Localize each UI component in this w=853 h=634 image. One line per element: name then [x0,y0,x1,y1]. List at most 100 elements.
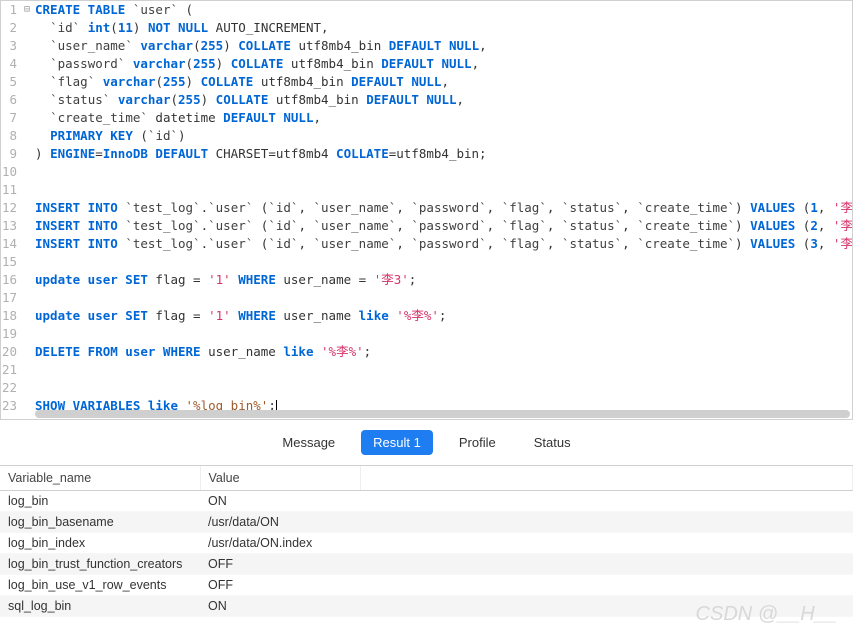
code-token: , [547,236,562,251]
table-cell[interactable]: ON [200,596,360,617]
table-cell[interactable]: /usr/data/ON [200,512,360,533]
code-line[interactable]: update user SET flag = '1' WHERE user_na… [35,271,852,289]
table-cell-spacer [360,512,853,533]
fold-marker [21,217,33,235]
code-line[interactable]: DELETE FROM user WHERE user_name like '%… [35,343,852,361]
table-cell[interactable]: log_bin [0,491,200,512]
code-area[interactable]: CREATE TABLE `user` ( `id` int(11) NOT N… [33,1,852,419]
line-number: 20 [1,343,17,361]
code-line[interactable] [35,361,852,379]
horizontal-scrollbar[interactable] [35,410,850,418]
code-token: DELETE FROM user WHERE [35,344,201,359]
table-row[interactable]: log_bin_trust_function_creatorsOFF [0,554,853,575]
table-row[interactable]: log_bin_basename/usr/data/ON [0,512,853,533]
code-token: . [201,200,209,215]
column-header[interactable]: Value [200,466,360,491]
code-token: `create_time` [637,236,735,251]
table-cell[interactable]: ON [200,491,360,512]
code-token: datetime [148,110,223,125]
code-line[interactable]: INSERT INTO `test_log`.`user` (`id`, `us… [35,199,852,217]
code-line[interactable]: update user SET flag = '1' WHERE user_na… [35,307,852,325]
code-line[interactable]: INSERT INTO `test_log`.`user` (`id`, `us… [35,217,852,235]
fold-marker [21,199,33,217]
code-token: ( [186,56,194,71]
code-token: INSERT INTO [35,236,118,251]
code-line[interactable]: `user_name` varchar(255) COLLATE utf8mb4… [35,37,852,55]
code-line[interactable] [35,181,852,199]
table-cell[interactable]: sql_log_bin [0,596,200,617]
code-line[interactable]: `create_time` datetime DEFAULT NULL, [35,109,852,127]
fold-column[interactable]: ⊟ [21,1,33,419]
code-token: CREATE TABLE [35,2,125,17]
code-token: `user_name` [314,236,397,251]
column-header[interactable]: Variable_name [0,466,200,491]
code-token: , [396,200,411,215]
table-cell-spacer [360,575,853,596]
code-line[interactable] [35,379,852,397]
table-cell[interactable]: log_bin_trust_function_creators [0,554,200,575]
table-cell[interactable]: log_bin_use_v1_row_events [0,575,200,596]
watermark: CSDN @__H__ [696,603,837,626]
fold-marker [21,163,33,181]
code-line[interactable]: CREATE TABLE `user` ( [35,1,852,19]
line-number: 4 [1,55,17,73]
table-row[interactable]: log_bin_use_v1_row_eventsOFF [0,575,853,596]
sql-editor[interactable]: 123456789101112131415161718192021222324 … [1,1,852,419]
code-token: ( [110,20,118,35]
code-token: , [396,218,411,233]
line-number: 10 [1,163,17,181]
fold-marker [21,271,33,289]
table-cell[interactable]: OFF [200,554,360,575]
code-line[interactable] [35,325,852,343]
code-line[interactable] [35,253,852,271]
table-cell[interactable]: log_bin_index [0,533,200,554]
code-line[interactable]: `flag` varchar(255) COLLATE utf8mb4_bin … [35,73,852,91]
fold-marker [21,235,33,253]
code-token: ( [795,236,810,251]
line-number: 9 [1,145,17,163]
sql-editor-pane[interactable]: 123456789101112131415161718192021222324 … [0,0,853,420]
code-token: WHERE [238,272,276,287]
code-token: `flag` [50,74,95,89]
tab-status[interactable]: Status [522,430,583,455]
code-token: `status` [562,200,622,215]
code-token: , [298,218,313,233]
tab-result-1[interactable]: Result 1 [361,430,433,455]
code-line[interactable]: `status` varchar(255) COLLATE utf8mb4_bi… [35,91,852,109]
tab-profile[interactable]: Profile [447,430,508,455]
code-token: VALUES [750,200,795,215]
code-token: ( [253,236,268,251]
code-line[interactable] [35,289,852,307]
code-line[interactable]: ) ENGINE=InnoDB DEFAULT CHARSET=utf8mb4 … [35,145,852,163]
fold-marker[interactable]: ⊟ [21,1,33,19]
code-line[interactable] [35,163,852,181]
code-token: , [547,218,562,233]
code-token [110,92,118,107]
line-number: 13 [1,217,17,235]
code-line[interactable]: `id` int(11) NOT NULL AUTO_INCREMENT, [35,19,852,37]
tab-message[interactable]: Message [270,430,347,455]
code-token: `password` [411,236,486,251]
code-token: varchar [133,56,186,71]
fold-marker [21,289,33,307]
table-cell[interactable]: /usr/data/ON.index [200,533,360,554]
result-grid[interactable]: Variable_nameValue log_binONlog_bin_base… [0,465,853,617]
code-token: `id` [268,218,298,233]
table-row[interactable]: log_binON [0,491,853,512]
line-number: 6 [1,91,17,109]
code-token: INSERT INTO [35,218,118,233]
fold-marker [21,181,33,199]
line-number: 11 [1,181,17,199]
code-token: ) [223,38,238,53]
code-token: ( [155,74,163,89]
code-token [80,20,88,35]
table-cell-spacer [360,533,853,554]
code-line[interactable]: INSERT INTO `test_log`.`user` (`id`, `us… [35,235,852,253]
table-row[interactable]: log_bin_index/usr/data/ON.index [0,533,853,554]
table-cell[interactable]: OFF [200,575,360,596]
table-cell[interactable]: log_bin_basename [0,512,200,533]
code-token: `password` [50,56,125,71]
code-token: ) [735,200,750,215]
code-line[interactable]: `password` varchar(255) COLLATE utf8mb4_… [35,55,852,73]
code-line[interactable]: PRIMARY KEY (`id`) [35,127,852,145]
